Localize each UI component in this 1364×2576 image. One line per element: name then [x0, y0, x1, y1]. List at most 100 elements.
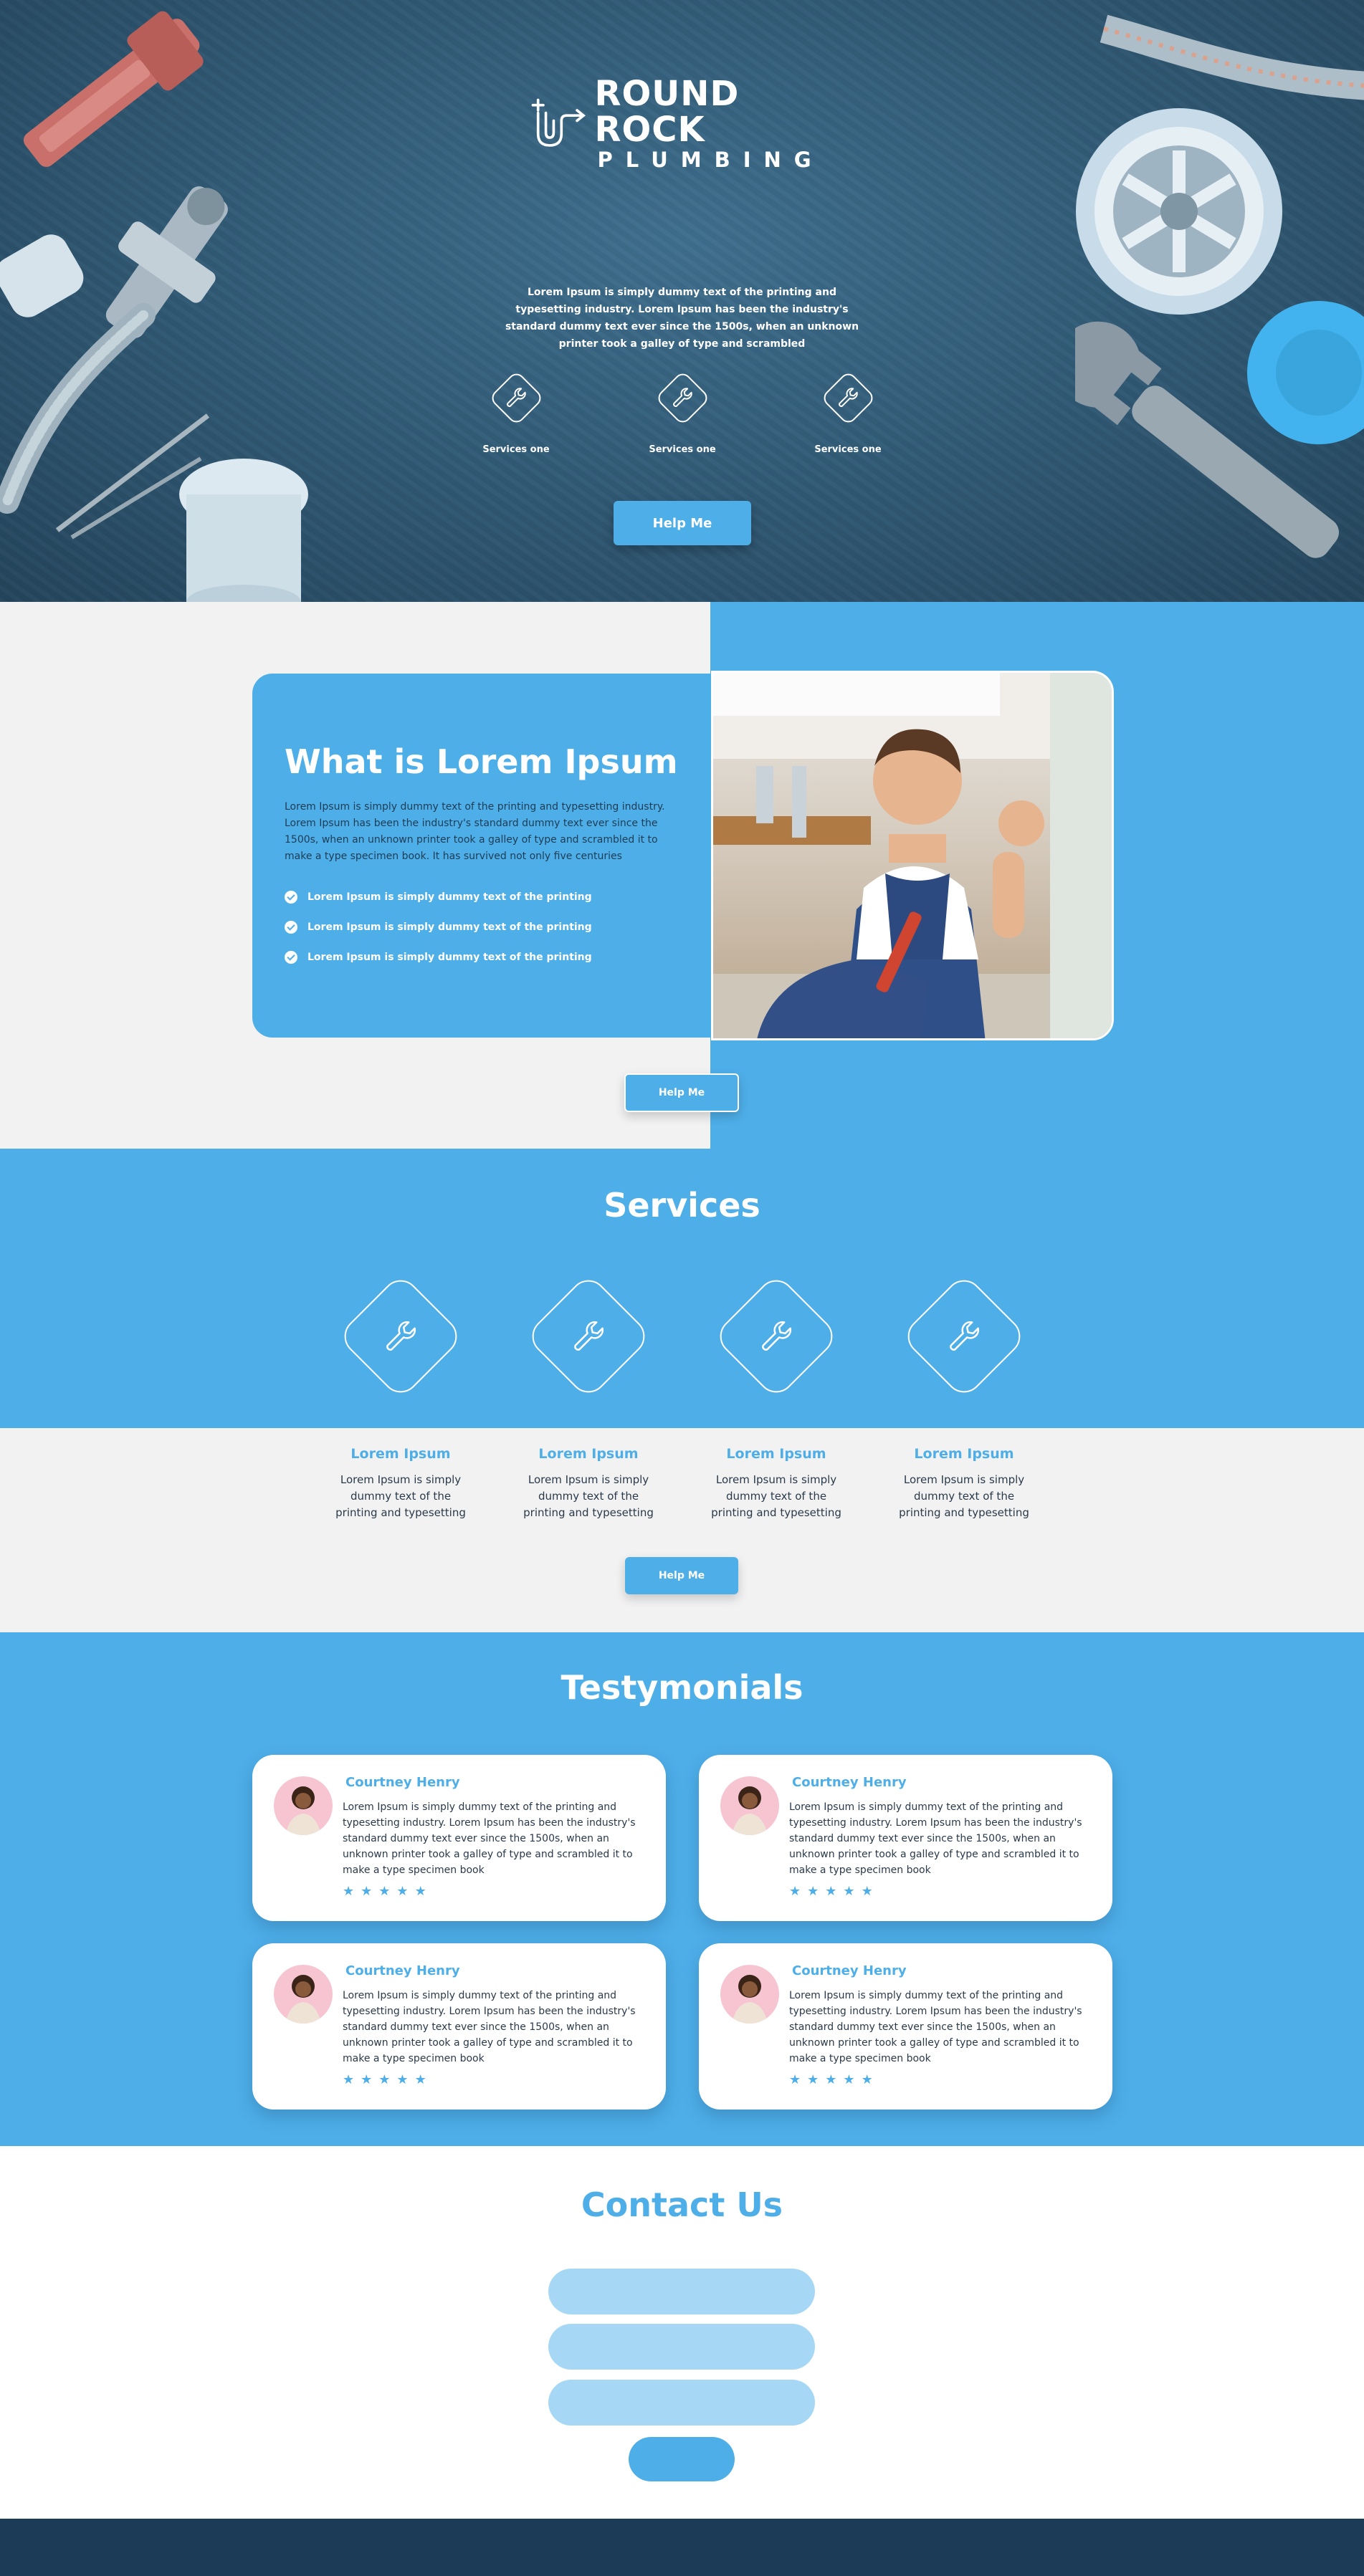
wrench-icon: [839, 388, 858, 407]
avatar: [274, 1965, 333, 2024]
hero-service-item[interactable]: Services one: [618, 365, 747, 455]
testimonial-name: Courtney Henry: [792, 1963, 907, 1978]
contact-field-1[interactable]: [548, 2269, 815, 2314]
testimonial-card: Courtney Henry Lorem Ipsum is simply dum…: [252, 1943, 666, 2110]
wrench-icon: [507, 388, 526, 407]
check-icon: [285, 951, 297, 964]
service-title: Lorem Ipsum: [350, 1446, 451, 1462]
service-title: Lorem Ipsum: [726, 1446, 826, 1462]
star-icon: ★: [789, 2072, 801, 2087]
about-card: What is Lorem Ipsum Lorem Ipsum is simpl…: [252, 674, 711, 1038]
about-list: Lorem Ipsum is simply dummy text of the …: [285, 882, 679, 972]
star-icon: ★: [789, 1884, 801, 1899]
service-card[interactable]: [705, 1268, 848, 1404]
hero-help-button[interactable]: Help Me: [614, 501, 751, 545]
service-card[interactable]: [329, 1268, 472, 1404]
star-icon: ★: [343, 1884, 355, 1899]
plumber-illustration: [713, 673, 1112, 1038]
about-title: What is Lorem Ipsum: [285, 742, 678, 781]
brand-name: ROUND ROCK: [594, 74, 740, 150]
about-help-button[interactable]: Help Me: [624, 1073, 739, 1112]
service-description: Lorem Ipsum is simply dummy text of the …: [711, 1473, 841, 1519]
star-rating: ★ ★ ★ ★ ★: [343, 2074, 433, 2087]
testimonial-card: Courtney Henry Lorem Ipsum is simply dum…: [252, 1755, 666, 1921]
footer: [0, 2519, 1364, 2576]
avatar: [720, 1965, 779, 2024]
hero-service-label: Services one: [482, 444, 550, 455]
star-icon: ★: [396, 2072, 409, 2087]
services-title: Services: [604, 1186, 760, 1225]
testimonial-text: Lorem Ipsum is simply dummy text of the …: [789, 1801, 1082, 1876]
screws-decoration: [55, 413, 210, 540]
hero-service-label: Services one: [814, 444, 882, 455]
service-diamond: [705, 1268, 848, 1404]
testimonial-card: Courtney Henry Lorem Ipsum is simply dum…: [699, 1943, 1112, 2110]
service-diamond: [484, 365, 548, 430]
star-icon: ★: [414, 1884, 426, 1899]
testimonial-text: Lorem Ipsum is simply dummy text of the …: [789, 1990, 1082, 2064]
service-card[interactable]: [517, 1268, 660, 1404]
service-description: Lorem Ipsum is simply dummy text of the …: [335, 1473, 466, 1519]
star-icon: ★: [361, 2072, 373, 2087]
service-diamond: [650, 365, 715, 430]
service-diamond: [517, 1268, 660, 1404]
testimonial-text: Lorem Ipsum is simply dummy text of the …: [343, 1990, 636, 2064]
about-body: Lorem Ipsum is simply dummy text of the …: [285, 801, 665, 862]
wrench-icon: [950, 1321, 980, 1351]
star-icon: ★: [861, 2072, 873, 2087]
star-icon: ★: [378, 2072, 391, 2087]
service-description: Lorem Ipsum is simply dummy text of the …: [523, 1473, 654, 1519]
testimonials-section: [0, 1632, 1364, 2146]
plumber-photo: [711, 671, 1114, 1040]
wrench-icon: [574, 1321, 604, 1351]
star-icon: ★: [843, 2072, 855, 2087]
services-help-button[interactable]: Help Me: [625, 1557, 738, 1594]
wrench-icon: [673, 388, 692, 407]
star-icon: ★: [825, 2072, 837, 2087]
service-diamond: [892, 1268, 1036, 1404]
avatar: [720, 1776, 779, 1835]
about-list-item: Lorem Ipsum is simply dummy text of the …: [285, 882, 679, 912]
star-icon: ★: [825, 1884, 837, 1899]
service-title: Lorem Ipsum: [538, 1446, 639, 1462]
star-icon: ★: [843, 1884, 855, 1899]
star-icon: ★: [343, 2072, 355, 2087]
contact-field-2[interactable]: [548, 2324, 815, 2370]
star-icon: ★: [861, 1884, 873, 1899]
star-rating: ★ ★ ★ ★ ★: [789, 1885, 879, 1898]
wrench-icon: [762, 1321, 792, 1351]
hero-description: Lorem Ipsum is simply dummy text of the …: [505, 287, 859, 350]
pipe-fitting-decoration: [0, 234, 84, 317]
hero-services: Services one Services one Services one: [452, 365, 912, 466]
brand-tagline: PLUMBING: [597, 148, 824, 172]
contact-submit-button[interactable]: [629, 2437, 735, 2481]
testimonial-name: Courtney Henry: [345, 1963, 460, 1978]
contact-title: Contact Us: [581, 2185, 783, 2224]
wrench-decoration: [1075, 321, 1339, 558]
brand-logo[interactable]: ROUND ROCK PLUMBING: [529, 76, 837, 172]
testimonial-text: Lorem Ipsum is simply dummy text of the …: [343, 1801, 636, 1876]
star-icon: ★: [414, 2072, 426, 2087]
service-diamond: [329, 1268, 472, 1404]
star-icon: ★: [378, 1884, 391, 1899]
services-bg-lower: [0, 1428, 1364, 1632]
wrench-icon: [386, 1321, 416, 1351]
hero-section: ROUND ROCK PLUMBING Lorem Ipsum is simpl…: [0, 0, 1364, 602]
check-icon: [285, 921, 297, 934]
service-diamond: [816, 365, 880, 430]
hero-service-item[interactable]: Services one: [452, 365, 581, 455]
drain-cover-decoration: [1076, 108, 1282, 315]
avatar: [274, 1776, 333, 1835]
service-card[interactable]: [892, 1268, 1036, 1404]
testimonial-card: Courtney Henry Lorem Ipsum is simply dum…: [699, 1755, 1112, 1921]
star-icon: ★: [361, 1884, 373, 1899]
check-icon: [285, 891, 297, 904]
hero-service-item[interactable]: Services one: [783, 365, 912, 455]
testimonial-name: Courtney Henry: [792, 1775, 907, 1790]
star-rating: ★ ★ ★ ★ ★: [343, 1885, 433, 1898]
star-icon: ★: [807, 2072, 819, 2087]
star-icon: ★: [396, 1884, 409, 1899]
testimonial-name: Courtney Henry: [345, 1775, 460, 1790]
hero-service-label: Services one: [649, 444, 716, 455]
contact-field-3[interactable]: [548, 2380, 815, 2426]
